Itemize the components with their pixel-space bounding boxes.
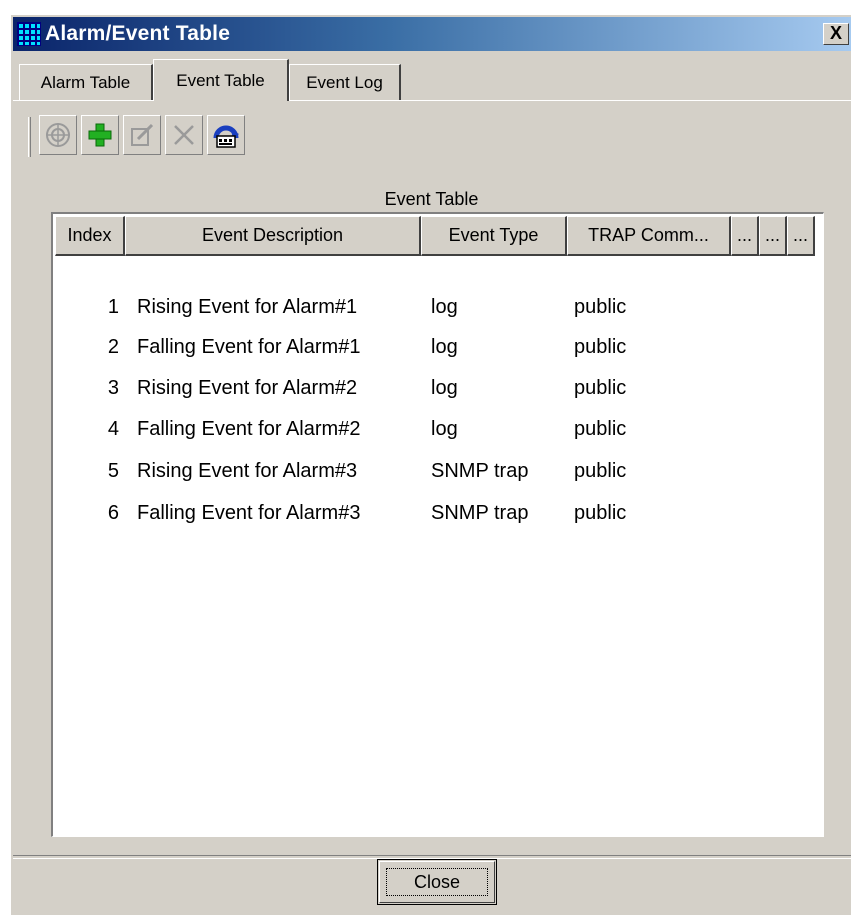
column-header-event-type[interactable]: Event Type — [421, 216, 567, 256]
cell-index: 6 — [107, 502, 119, 524]
column-header-index[interactable]: Index — [55, 216, 125, 256]
column-header-extra-1[interactable]: ... — [731, 216, 759, 256]
cell-event-type: log — [431, 336, 458, 358]
column-header-label: TRAP Comm... — [588, 225, 709, 245]
event-table[interactable]: Index Event Description Event Type TRAP … — [51, 212, 824, 837]
grid-app-icon — [17, 22, 41, 46]
close-button[interactable]: Close — [377, 859, 497, 905]
column-header-label: Event Description — [201, 225, 344, 245]
tab-label: Event Table — [176, 70, 265, 90]
cell-index: 1 — [107, 296, 119, 318]
column-header-extra-3[interactable]: ... — [787, 216, 815, 256]
cell-trap-community: public — [574, 502, 627, 524]
cell-index: 3 — [107, 377, 119, 399]
target-icon — [46, 123, 70, 147]
tab-label: Event Log — [306, 72, 383, 92]
edit-icon — [131, 123, 154, 146]
close-button-label: Close — [386, 868, 488, 896]
column-header-label: Event Type — [448, 225, 539, 245]
delete-x-icon — [174, 125, 194, 145]
table-caption: Event Table — [384, 189, 479, 209]
title-bar[interactable]: Alarm/Event Table X — [13, 17, 851, 51]
edit-button[interactable] — [123, 115, 161, 155]
target-button[interactable] — [39, 115, 77, 155]
cell-event-type: SNMP trap — [431, 460, 529, 482]
column-header-label: Index — [67, 225, 112, 245]
cell-description: Rising Event for Alarm#2 — [137, 377, 358, 399]
column-header-label: ... — [764, 225, 780, 245]
cell-trap-community: public — [574, 418, 627, 440]
window-close-button[interactable]: X — [823, 23, 849, 45]
toolbar-grip[interactable] — [28, 117, 31, 157]
refresh-agent-icon — [213, 125, 239, 148]
tab-panel-border — [13, 100, 851, 101]
tab-alarm-table[interactable]: Alarm Table — [19, 64, 153, 100]
cell-description: Falling Event for Alarm#3 — [137, 502, 361, 524]
cell-description: Rising Event for Alarm#3 — [137, 460, 358, 482]
column-header-description[interactable]: Event Description — [125, 216, 421, 256]
delete-button[interactable] — [165, 115, 203, 155]
cell-index: 2 — [107, 336, 119, 358]
cell-description: Falling Event for Alarm#1 — [137, 336, 361, 358]
cell-trap-community: public — [574, 336, 627, 358]
cell-trap-community: public — [574, 296, 627, 318]
tab-label: Alarm Table — [40, 72, 131, 92]
cell-index: 4 — [107, 418, 119, 440]
cell-description: Rising Event for Alarm#1 — [137, 296, 358, 318]
refresh-button[interactable] — [207, 115, 245, 155]
cell-event-type: log — [431, 418, 458, 440]
add-plus-icon — [88, 123, 112, 147]
column-header-label: ... — [736, 225, 752, 245]
close-button-face: Close — [379, 861, 495, 903]
cell-trap-community: public — [574, 460, 627, 482]
column-header-trap-community[interactable]: TRAP Comm... — [567, 216, 731, 256]
column-header-extra-2[interactable]: ... — [759, 216, 787, 256]
cell-description: Falling Event for Alarm#2 — [137, 418, 361, 440]
window-title: Alarm/Event Table — [45, 22, 231, 45]
column-header-label: ... — [792, 225, 808, 245]
tab-event-log[interactable]: Event Log — [289, 64, 401, 100]
cell-event-type: log — [431, 296, 458, 318]
close-icon: X — [829, 23, 842, 43]
alarm-event-window: Alarm/Event Table X Alarm Table Event Ta… — [10, 14, 851, 915]
cell-index: 5 — [107, 460, 119, 482]
cell-trap-community: public — [574, 377, 627, 399]
add-button[interactable] — [81, 115, 119, 155]
tab-event-table[interactable]: Event Table — [153, 59, 289, 101]
cell-event-type: log — [431, 377, 458, 399]
cell-event-type: SNMP trap — [431, 502, 529, 524]
